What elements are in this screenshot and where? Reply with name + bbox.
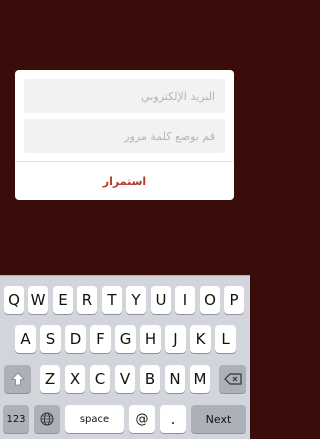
space-key[interactable]: space xyxy=(65,405,124,433)
dot-key[interactable]: . xyxy=(160,405,186,433)
continue-button[interactable]: استمرار xyxy=(15,162,234,200)
keyboard-row-1: Q W E R T Y U I O P xyxy=(0,286,250,314)
key-i[interactable]: I xyxy=(175,286,195,314)
key-k[interactable]: K xyxy=(190,325,211,353)
key-z[interactable]: Z xyxy=(40,365,60,393)
key-m[interactable]: M xyxy=(190,365,210,393)
on-screen-keyboard: Q W E R T Y U I O P A S D F G H J K L Z … xyxy=(0,275,250,439)
key-h[interactable]: H xyxy=(140,325,161,353)
key-j[interactable]: J xyxy=(165,325,186,353)
key-d[interactable]: D xyxy=(65,325,86,353)
key-y[interactable]: Y xyxy=(126,286,146,314)
key-b[interactable]: B xyxy=(140,365,160,393)
key-q[interactable]: Q xyxy=(4,286,24,314)
key-p[interactable]: P xyxy=(224,286,244,314)
key-t[interactable]: T xyxy=(102,286,122,314)
backspace-icon xyxy=(223,373,242,385)
key-w[interactable]: W xyxy=(28,286,48,314)
shift-icon xyxy=(10,372,25,386)
globe-key[interactable] xyxy=(34,405,60,433)
key-o[interactable]: O xyxy=(200,286,220,314)
key-g[interactable]: G xyxy=(115,325,136,353)
key-s[interactable]: S xyxy=(40,325,61,353)
key-u[interactable]: U xyxy=(151,286,171,314)
keyboard-row-4: 123 space @ . Next xyxy=(0,405,250,433)
key-f[interactable]: F xyxy=(90,325,111,353)
key-a[interactable]: A xyxy=(15,325,36,353)
key-v[interactable]: V xyxy=(115,365,135,393)
key-l[interactable]: L xyxy=(215,325,236,353)
key-c[interactable]: C xyxy=(90,365,110,393)
at-key[interactable]: @ xyxy=(129,405,155,433)
key-r[interactable]: R xyxy=(77,286,97,314)
keyboard-row-3: Z X C V B N M xyxy=(0,365,250,393)
key-n[interactable]: N xyxy=(165,365,185,393)
email-field-container[interactable] xyxy=(24,79,225,113)
backspace-key[interactable] xyxy=(219,365,246,393)
keyboard-row-2: A S D F G H J K L xyxy=(0,325,250,353)
shift-key[interactable] xyxy=(4,365,31,393)
numbers-key[interactable]: 123 xyxy=(3,405,29,433)
key-x[interactable]: X xyxy=(65,365,85,393)
next-key[interactable]: Next xyxy=(191,405,246,433)
email-field[interactable] xyxy=(24,88,217,104)
globe-icon xyxy=(40,412,54,426)
key-e[interactable]: E xyxy=(53,286,73,314)
login-dialog: استمرار xyxy=(15,70,234,200)
password-field-container[interactable] xyxy=(24,119,225,153)
password-field[interactable] xyxy=(24,128,217,144)
